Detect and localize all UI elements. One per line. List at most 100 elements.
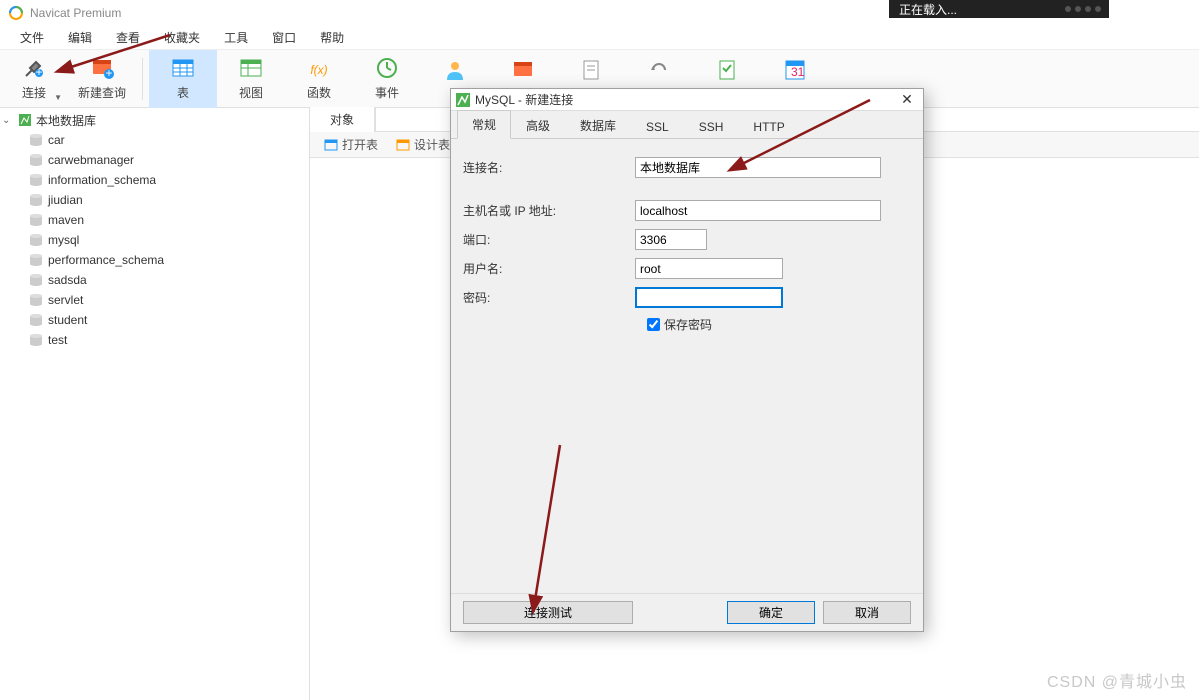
db-label: carwebmanager [48, 153, 134, 167]
dialog-titlebar[interactable]: MySQL - 新建连接 ✕ [451, 89, 923, 111]
query-icon [511, 58, 535, 82]
database-icon [28, 333, 44, 347]
database-icon [28, 273, 44, 287]
db-item[interactable]: servlet [0, 290, 309, 310]
db-item[interactable]: information_schema [0, 170, 309, 190]
db-label: jiudian [48, 193, 83, 207]
db-item[interactable]: sadsda [0, 270, 309, 290]
tab-http[interactable]: HTTP [738, 114, 799, 139]
tab-database[interactable]: 数据库 [565, 111, 631, 139]
menu-view[interactable]: 查看 [104, 25, 152, 50]
database-icon [28, 213, 44, 227]
db-item[interactable]: performance_schema [0, 250, 309, 270]
user-input[interactable] [635, 258, 783, 279]
database-icon [28, 153, 44, 167]
function-icon: f(x) [307, 56, 331, 80]
port-input[interactable] [635, 229, 707, 250]
open-table-label: 打开表 [342, 136, 378, 153]
menu-edit[interactable]: 编辑 [56, 25, 104, 50]
db-label: student [48, 313, 87, 327]
dialog-body: 连接名: 主机名或 IP 地址: 端口: 用户名: 密码: 保存密码 [451, 139, 923, 593]
password-label: 密码: [463, 289, 635, 306]
tab-general[interactable]: 常规 [457, 110, 511, 139]
test-connection-button[interactable]: 连接测试 [463, 601, 633, 624]
model-icon: 31 [783, 58, 807, 82]
user-icon [443, 58, 467, 82]
database-icon [28, 293, 44, 307]
port-label: 端口: [463, 231, 635, 248]
cancel-button[interactable]: 取消 [823, 601, 911, 624]
tab-ssh[interactable]: SSH [684, 114, 739, 139]
backup-icon [647, 58, 671, 82]
save-password-checkbox[interactable]: 保存密码 [647, 316, 819, 333]
database-icon [28, 193, 44, 207]
menu-help[interactable]: 帮助 [308, 25, 356, 50]
tab-advanced[interactable]: 高级 [511, 111, 565, 139]
table-icon [171, 56, 195, 80]
db-item[interactable]: car [0, 130, 309, 150]
db-label: car [48, 133, 65, 147]
menu-file[interactable]: 文件 [8, 25, 56, 50]
dialog-title: MySQL - 新建连接 [475, 91, 573, 108]
menu-tools[interactable]: 工具 [212, 25, 260, 50]
design-table-label: 设计表 [414, 136, 450, 153]
conn-name-label: 连接名: [463, 159, 635, 176]
dialog-tabs: 常规 高级 数据库 SSL SSH HTTP [451, 111, 923, 139]
connect-label: 连接 [22, 84, 46, 101]
host-label: 主机名或 IP 地址: [463, 202, 635, 219]
menu-window[interactable]: 窗口 [260, 25, 308, 50]
database-icon [28, 233, 44, 247]
db-item[interactable]: maven [0, 210, 309, 230]
open-table-button[interactable]: 打开表 [316, 134, 386, 155]
toggle-icon[interactable]: ⌄ [2, 115, 14, 126]
db-label: sadsda [48, 273, 87, 287]
new-query-icon: + [90, 56, 114, 80]
connection-node[interactable]: ⌄ 本地数据库 [0, 110, 309, 130]
app-logo-icon [8, 5, 24, 21]
event-button[interactable]: 事件 [353, 50, 421, 108]
db-label: test [48, 333, 67, 347]
db-item[interactable]: carwebmanager [0, 150, 309, 170]
status-text: 正在载入... [899, 1, 957, 18]
db-label: information_schema [48, 173, 156, 187]
database-icon [28, 173, 44, 187]
object-tab[interactable]: 对象 [310, 107, 375, 132]
svg-text:31: 31 [791, 65, 805, 79]
db-label: mysql [48, 233, 79, 247]
function-button[interactable]: f(x) 函数 [285, 50, 353, 108]
close-button[interactable]: ✕ [895, 91, 919, 108]
connect-button[interactable]: + 连接 ▼ [0, 50, 68, 108]
design-table-button[interactable]: 设计表 [388, 134, 458, 155]
report-icon [579, 58, 603, 82]
dialog-footer: 连接测试 确定 取消 [451, 593, 923, 631]
conn-name-input[interactable] [635, 157, 881, 178]
save-password-label: 保存密码 [664, 316, 712, 333]
db-item[interactable]: test [0, 330, 309, 350]
db-item[interactable]: jiudian [0, 190, 309, 210]
database-icon [28, 313, 44, 327]
svg-text:+: + [105, 66, 112, 80]
status-strip: 正在载入... [889, 0, 1109, 18]
database-icon [28, 253, 44, 267]
new-connection-dialog: MySQL - 新建连接 ✕ 常规 高级 数据库 SSL SSH HTTP 连接… [450, 88, 924, 632]
db-label: servlet [48, 293, 83, 307]
db-label: maven [48, 213, 84, 227]
ok-button[interactable]: 确定 [727, 601, 815, 624]
db-item[interactable]: mysql [0, 230, 309, 250]
app-title: Navicat Premium [30, 6, 121, 20]
separator [142, 58, 143, 100]
db-item[interactable]: student [0, 310, 309, 330]
save-password-input[interactable] [647, 318, 660, 331]
automation-icon [715, 58, 739, 82]
host-input[interactable] [635, 200, 881, 221]
password-input[interactable] [635, 287, 783, 308]
new-query-button[interactable]: + 新建查询 [68, 50, 136, 108]
watermark: CSDN @青城小虫 [1047, 668, 1187, 692]
tab-ssl[interactable]: SSL [631, 114, 684, 139]
table-button[interactable]: 表 [149, 50, 217, 108]
menu-favorites[interactable]: 收藏夹 [152, 25, 212, 50]
event-label: 事件 [375, 84, 399, 101]
view-button[interactable]: 视图 [217, 50, 285, 108]
svg-text:+: + [35, 65, 42, 79]
sidebar[interactable]: ⌄ 本地数据库 car carwebmanager information_sc… [0, 108, 310, 700]
